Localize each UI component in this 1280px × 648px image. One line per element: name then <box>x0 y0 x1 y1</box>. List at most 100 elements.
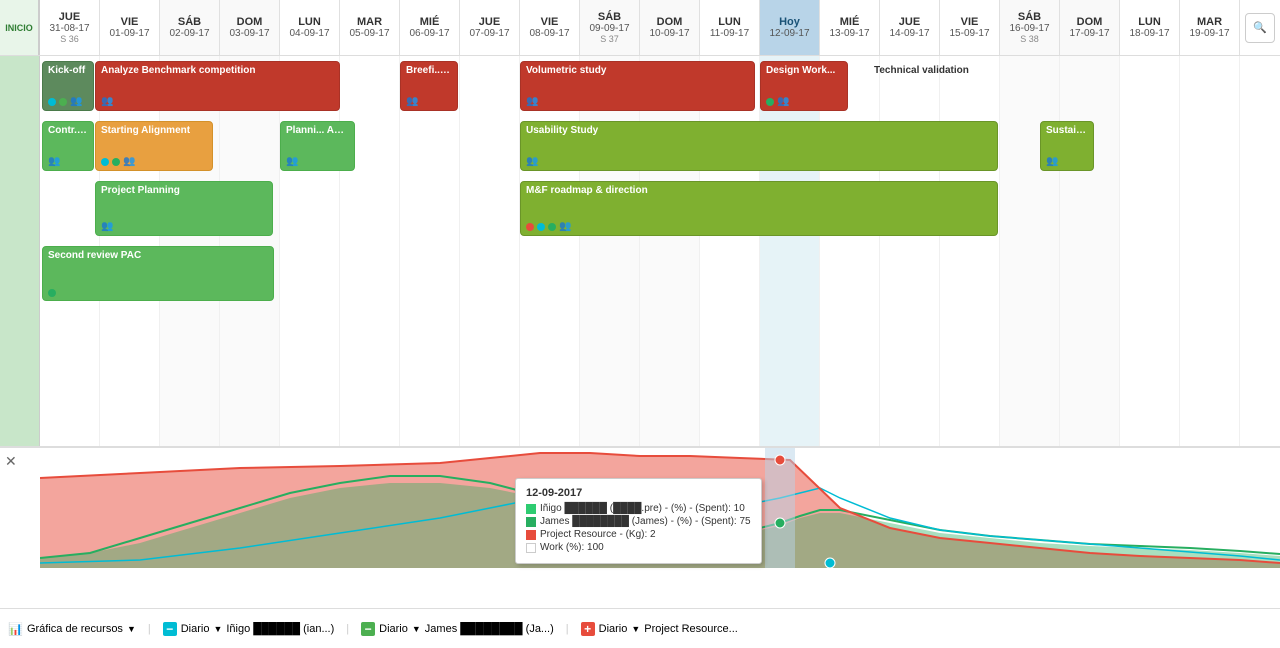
james-resource-toggle[interactable]: − Diario ▼ James ████████ (Ja...) <box>361 622 554 636</box>
task-bottom: 👥 <box>406 96 452 107</box>
james-name-label: James ████████ (Ja...) <box>425 623 554 635</box>
gantt-left-strip <box>0 56 40 446</box>
task-volumetric-study[interactable]: Volumetric study 👥 <box>520 61 755 111</box>
close-button[interactable]: ✕ <box>5 453 17 470</box>
separator-1: | <box>148 623 151 635</box>
tooltip-color-3 <box>526 530 536 540</box>
task-title: Planni... Agree... <box>286 125 349 136</box>
person-icon: 👥 <box>123 156 135 167</box>
tooltip-color-2 <box>526 517 536 527</box>
task-project-planning[interactable]: Project Planning 👥 <box>95 181 273 236</box>
today-dot-red <box>775 455 785 465</box>
search-button[interactable]: 🔍 <box>1245 13 1275 43</box>
diario-label-1: Diario <box>181 623 210 635</box>
tooltip-text-4: Work (%): 100 <box>540 542 604 553</box>
resource-chart-inner: ✕ 12-09-2017 Iñig <box>0 448 1280 608</box>
person-icon: 👥 <box>48 156 60 167</box>
gantt-body: Kick-off 👥 Analyze Benchmark competition… <box>0 56 1280 446</box>
header-col-3: DOM 03-09-17 <box>220 0 280 55</box>
header-col-15: SÁB 16-09-17 S 38 <box>1000 0 1060 55</box>
dot-green <box>766 98 774 106</box>
task-usability-study[interactable]: Usability Study 👥 <box>520 121 998 171</box>
bottom-toolbar: 📊 Gráfica de recursos ▼ | − Diario ▼ Iñi… <box>0 608 1280 648</box>
task-bottom: 👥 <box>101 156 207 167</box>
separator-2: | <box>346 623 349 635</box>
header-col-17: LUN 18-09-17 <box>1120 0 1180 55</box>
task-contr-tradu[interactable]: Contr... tradu... 👥 <box>42 121 94 171</box>
task-title: Design Work... <box>766 65 842 76</box>
dot-teal <box>101 158 109 166</box>
task-title: Sustai... review <box>1046 125 1088 136</box>
header-col-9: SÁB 09-09-17 S 37 <box>580 0 640 55</box>
dot-green <box>112 158 120 166</box>
header-col-5: MAR 05-09-17 <box>340 0 400 55</box>
task-title: Project Planning <box>101 185 267 196</box>
task-analyze-benchmark[interactable]: Analyze Benchmark competition 👥 <box>95 61 340 111</box>
task-starting-alignment[interactable]: Starting Alignment 👥 <box>95 121 213 171</box>
grafika-label: Gráfica de recursos <box>27 623 123 635</box>
task-bottom <box>48 289 268 297</box>
task-bottom: 👥 <box>766 96 842 107</box>
task-bottom: 👥 <box>526 96 749 107</box>
project-resource-toggle[interactable]: + Diario ▼ Project Resource... <box>581 622 738 636</box>
iñigo-resource-toggle[interactable]: − Diario ▼ Iñigo ██████ (ian...) <box>163 622 335 636</box>
chevron-down-icon-1: ▼ <box>213 624 222 634</box>
task-title: Analyze Benchmark competition <box>101 65 334 76</box>
project-resource-label: Project Resource... <box>644 623 738 635</box>
task-title: Kick-off <box>48 65 88 76</box>
tooltip-date: 12-09-2017 <box>526 487 751 499</box>
task-title: Second review PAC <box>48 250 268 261</box>
dot-green <box>548 223 556 231</box>
chart-icon: 📊 <box>8 622 23 636</box>
diario-label-3: Diario <box>599 623 628 635</box>
dot-red <box>526 223 534 231</box>
task-mf-roadmap[interactable]: M&F roadmap & direction 👥 <box>520 181 998 236</box>
task-bottom: 👥 <box>48 156 88 167</box>
grafika-button[interactable]: 📊 Gráfica de recursos ▼ <box>8 622 136 636</box>
task-bottom: 👥 <box>526 221 992 232</box>
task-title: M&F roadmap & direction <box>526 185 992 196</box>
tasks-layer: Kick-off 👥 Analyze Benchmark competition… <box>40 56 1280 446</box>
person-icon: 👥 <box>406 96 418 107</box>
dot-teal <box>48 98 56 106</box>
header-col-6: MIÉ 06-09-17 <box>400 0 460 55</box>
task-bottom: 👥 <box>1046 156 1088 167</box>
header-col-7: JUE 07-09-17 <box>460 0 520 55</box>
task-title: Contr... tradu... <box>48 125 88 136</box>
header-col-0: JUE 31-08-17 S 36 <box>40 0 100 55</box>
chart-tooltip: 12-09-2017 Iñigo ██████ (████.pre) - (%)… <box>515 478 762 564</box>
inicio-label: INICIO <box>5 23 33 33</box>
header-col-18: MAR 19-09-17 <box>1180 0 1240 55</box>
task-breefi-agree[interactable]: Breefi... Agree... 👥 <box>400 61 458 111</box>
task-design-work[interactable]: Design Work... 👥 <box>760 61 848 111</box>
task-kick-off[interactable]: Kick-off 👥 <box>42 61 94 111</box>
chevron-down-icon: ▼ <box>127 624 136 634</box>
task-title: Technical validation <box>874 65 969 76</box>
tooltip-color-1 <box>526 504 536 514</box>
task-bottom: 👥 <box>286 156 349 167</box>
tooltip-row-4: Work (%): 100 <box>526 542 751 553</box>
header-col-4: LUN 04-09-17 <box>280 0 340 55</box>
header-col-12: MIÉ 13-09-17 <box>820 0 880 55</box>
task-title: Starting Alignment <box>101 125 207 136</box>
today-dot-green <box>775 518 785 528</box>
person-icon: 👥 <box>526 96 538 107</box>
task-second-review-pac[interactable]: Second review PAC <box>42 246 274 301</box>
tooltip-row-2: James ████████ (James) - (%) - (Spent): … <box>526 516 751 527</box>
task-bottom: 👥 <box>101 221 267 232</box>
task-planni-agree[interactable]: Planni... Agree... 👥 <box>280 121 355 171</box>
separator-3: | <box>566 623 569 635</box>
task-sustai-review[interactable]: Sustai... review 👥 <box>1040 121 1094 171</box>
chevron-down-icon-2: ▼ <box>412 624 421 634</box>
header-col-16: DOM 17-09-17 <box>1060 0 1120 55</box>
header-col-8: VIE 08-09-17 <box>520 0 580 55</box>
resource-chart: ✕ 12-09-2017 Iñig <box>0 446 1280 608</box>
gantt-grid: Kick-off 👥 Analyze Benchmark competition… <box>40 56 1280 446</box>
task-bottom: 👥 <box>101 96 334 107</box>
task-technical-validation: Technical validation <box>870 61 1070 111</box>
tooltip-row-3: Project Resource - (Kg): 2 <box>526 529 751 540</box>
header-col-11: LUN 11-09-17 <box>700 0 760 55</box>
minus-icon-green: − <box>361 622 375 636</box>
person-icon: 👥 <box>1046 156 1058 167</box>
tooltip-color-4 <box>526 543 536 553</box>
